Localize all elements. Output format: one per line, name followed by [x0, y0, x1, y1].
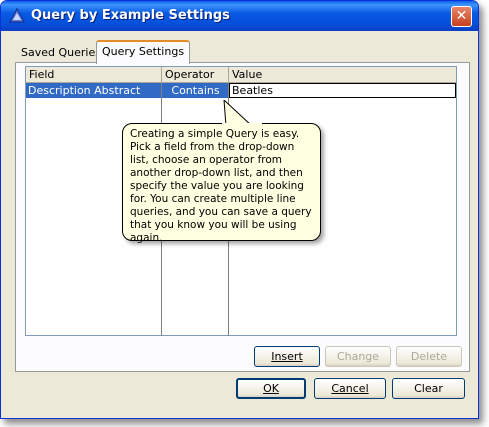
change-button[interactable]: Change [325, 346, 391, 367]
insert-button[interactable]: Insert [254, 346, 320, 367]
column-header-field[interactable]: Field [26, 67, 162, 83]
cancel-button[interactable]: Cancel [314, 378, 386, 399]
delete-button-label: Delete [410, 350, 448, 363]
tooltip-text: Creating a simple Query is easy. Pick a … [130, 128, 312, 244]
cell-field[interactable]: Description Abstract [28, 83, 140, 98]
ok-button[interactable]: OK [236, 378, 306, 399]
window-title: Query by Example Settings [31, 8, 230, 23]
value-input[interactable]: Beatles [229, 83, 456, 98]
app-triangle-icon [9, 8, 25, 23]
tab-query-settings[interactable]: Query Settings [96, 40, 191, 64]
tab-saved-queries[interactable]: Saved Queries [16, 43, 106, 63]
help-tooltip: Creating a simple Query is easy. Pick a … [122, 123, 321, 244]
clear-button-label: Clear [414, 382, 443, 395]
delete-button[interactable]: Delete [396, 346, 462, 367]
close-icon: ✕ [455, 8, 468, 24]
tooltip-pointer [222, 100, 262, 126]
change-button-label: Change [336, 350, 380, 363]
cancel-button-label: Cancel [331, 382, 369, 395]
table-row[interactable]: Description Abstract Contains [26, 83, 229, 98]
column-header-value[interactable]: Value [229, 67, 456, 83]
title-bar[interactable]: Query by Example Settings ✕ [1, 1, 478, 31]
column-header-operator[interactable]: Operator [162, 67, 229, 83]
cell-operator[interactable]: Contains [162, 83, 229, 98]
close-button[interactable]: ✕ [451, 6, 472, 27]
ok-button-label: OK [263, 382, 279, 395]
clear-button[interactable]: Clear [392, 378, 465, 399]
insert-button-label: Insert [271, 350, 303, 363]
